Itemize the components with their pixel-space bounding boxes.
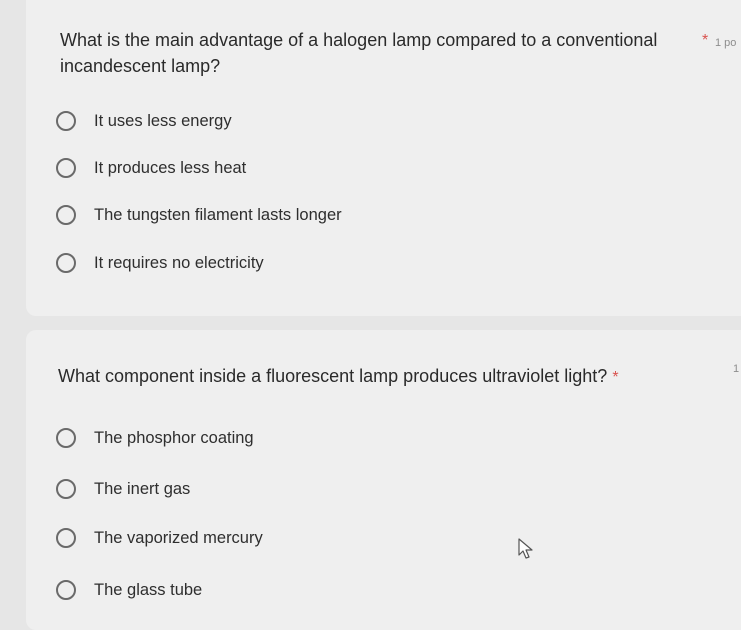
q1-option-2[interactable]: It produces less heat	[56, 153, 246, 183]
radio-unselected-icon[interactable]	[56, 528, 76, 548]
required-asterisk: *	[612, 369, 619, 386]
option-label: The glass tube	[94, 580, 203, 599]
question-1-text: What is the main advantage of a halogen …	[60, 30, 658, 76]
option-label: It requires no electricity	[94, 253, 264, 272]
radio-unselected-icon[interactable]	[56, 253, 76, 273]
radio-unselected-icon[interactable]	[56, 479, 76, 499]
question-1-points: 1 po	[715, 37, 737, 49]
q1-option-3[interactable]: The tungsten filament lasts longer	[56, 200, 342, 230]
radio-unselected-icon[interactable]	[56, 158, 76, 178]
radio-unselected-icon[interactable]	[56, 111, 76, 131]
question-2-text: What component inside a fluorescent lamp…	[58, 366, 608, 386]
option-label: The phosphor coating	[94, 428, 254, 447]
question-1-title: What is the main advantage of a halogen …	[60, 27, 700, 79]
q2-option-3[interactable]: The vaporized mercury	[56, 523, 263, 553]
q2-option-4[interactable]: The glass tube	[56, 575, 202, 605]
mouse-pointer-icon	[518, 538, 533, 559]
option-label: The inert gas	[94, 479, 191, 498]
q2-option-2[interactable]: The inert gas	[56, 474, 190, 504]
option-label: The vaporized mercury	[94, 528, 263, 547]
required-asterisk: *	[702, 32, 709, 49]
option-label: The tungsten filament lasts longer	[94, 205, 342, 224]
q1-option-4[interactable]: It requires no electricity	[56, 248, 264, 278]
question-2-title: What component inside a fluorescent lamp…	[58, 363, 698, 391]
option-label: It produces less heat	[94, 158, 247, 177]
option-label: It uses less energy	[94, 111, 232, 130]
radio-unselected-icon[interactable]	[56, 580, 76, 600]
radio-unselected-icon[interactable]	[56, 205, 76, 225]
radio-unselected-icon[interactable]	[56, 428, 76, 448]
q1-option-1[interactable]: It uses less energy	[56, 106, 232, 136]
q2-option-1[interactable]: The phosphor coating	[56, 423, 254, 453]
question-2-points: 1	[733, 363, 740, 375]
